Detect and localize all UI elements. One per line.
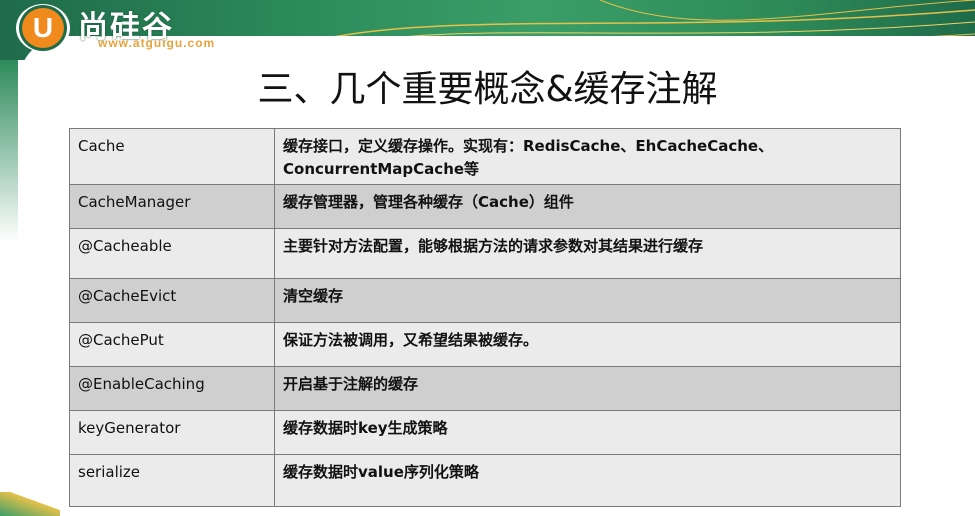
concept-key: keyGenerator	[69, 410, 275, 455]
concept-desc: 主要针对方法配置，能够根据方法的请求参数对其结果进行缓存	[274, 228, 901, 279]
concept-desc: 开启基于注解的缓存	[274, 366, 901, 411]
concept-desc: 缓存接口，定义缓存操作。实现有：RedisCache、EhCacheCache、…	[274, 128, 901, 185]
logo: U 尚硅谷 www.atguigu.com	[6, 2, 246, 54]
logo-badge: U	[16, 4, 70, 52]
table-row: @CachePut 保证方法被调用，又希望结果被缓存。	[69, 322, 901, 367]
concept-desc: 保证方法被调用，又希望结果被缓存。	[274, 322, 901, 367]
slide-title: 三、几个重要概念&缓存注解	[257, 69, 718, 110]
logo-u-icon: U	[19, 5, 67, 51]
concept-key: serialize	[69, 454, 275, 507]
concept-table: Cache 缓存接口，定义缓存操作。实现有：RedisCache、EhCache…	[69, 128, 901, 507]
concept-desc: 缓存管理器，管理各种缓存（Cache）组件	[274, 184, 901, 229]
table-row: @EnableCaching 开启基于注解的缓存	[69, 366, 901, 411]
table-row: CacheManager 缓存管理器，管理各种缓存（Cache）组件	[69, 184, 901, 229]
concept-key: @EnableCaching	[69, 366, 275, 411]
table-row: serialize 缓存数据时value序列化策略	[69, 454, 901, 507]
concept-desc: 清空缓存	[274, 278, 901, 323]
table-row: Cache 缓存接口，定义缓存操作。实现有：RedisCache、EhCache…	[69, 128, 901, 185]
concept-key: CacheManager	[69, 184, 275, 229]
concept-desc: 缓存数据时value序列化策略	[274, 454, 901, 507]
table-row: @CacheEvict 清空缓存	[69, 278, 901, 323]
concept-desc: 缓存数据时key生成策略	[274, 410, 901, 455]
concept-key: @Cacheable	[69, 228, 275, 279]
table-row: @Cacheable 主要针对方法配置，能够根据方法的请求参数对其结果进行缓存	[69, 228, 901, 279]
table-row: keyGenerator 缓存数据时key生成策略	[69, 410, 901, 455]
concept-key: Cache	[69, 128, 275, 185]
concept-key: @CacheEvict	[69, 278, 275, 323]
concept-key: @CachePut	[69, 322, 275, 367]
logo-url: www.atguigu.com	[98, 36, 216, 50]
left-stripe-decoration	[0, 60, 18, 516]
corner-decoration	[0, 492, 60, 516]
